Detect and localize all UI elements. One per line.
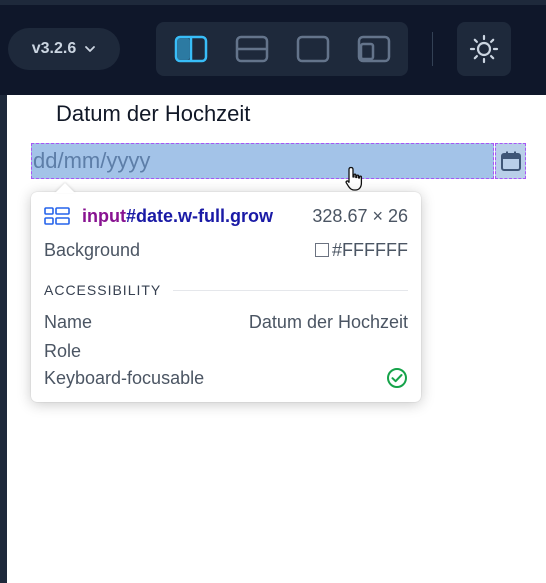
- a11y-name-row: Name Datum der Hochzeit: [44, 310, 408, 334]
- a11y-name-value: Datum der Hochzeit: [248, 311, 408, 332]
- split-horizontal-icon: [235, 35, 268, 63]
- hand-cursor-icon: [345, 166, 363, 191]
- version-label: v3.2.6: [31, 40, 77, 57]
- selector-tag: input: [82, 205, 126, 226]
- layout-toggle-group: [156, 22, 408, 76]
- calendar-picker-button[interactable]: [495, 143, 526, 179]
- element-dimensions: 328.67 × 26: [312, 205, 408, 226]
- background-value: #FFFFFF: [332, 239, 408, 260]
- chevron-down-icon: [85, 46, 96, 52]
- section-divider: [173, 289, 408, 291]
- layout-overlay-button[interactable]: [352, 27, 396, 71]
- tooltip-arrow: [55, 183, 75, 193]
- check-circle-icon: [386, 367, 408, 389]
- toolbar-edge: [0, 0, 546, 5]
- layout-single-button[interactable]: [291, 27, 335, 71]
- a11y-role-row: Role: [44, 339, 408, 363]
- inspector-header: input#date.w-full.grow 328.67 × 26: [44, 204, 408, 228]
- a11y-role-label: Role: [44, 340, 82, 361]
- date-input[interactable]: [31, 143, 494, 179]
- accessibility-title: ACCESSIBILITY: [44, 282, 162, 298]
- keyboard-focusable-row: Keyboard-focusable: [44, 366, 408, 390]
- layout-split-horizontal-button[interactable]: [230, 27, 274, 71]
- element-inspector-tooltip: input#date.w-full.grow 328.67 × 26 Backg…: [31, 183, 421, 402]
- date-field-label: Datum der Hochzeit: [56, 101, 251, 126]
- toolbar-divider: [432, 32, 433, 66]
- split-vertical-icon: [174, 35, 207, 63]
- single-pane-icon: [296, 35, 329, 63]
- version-dropdown-button[interactable]: v3.2.6: [8, 28, 120, 70]
- layout-split-vertical-button[interactable]: [169, 27, 213, 71]
- keyboard-focusable-label: Keyboard-focusable: [44, 367, 205, 388]
- left-panel-edge: [0, 95, 7, 583]
- background-row: Background #FFFFFF: [44, 238, 408, 262]
- background-label: Background: [44, 239, 141, 260]
- element-selector: input#date.w-full.grow: [82, 206, 273, 227]
- overlay-pane-icon: [357, 35, 390, 63]
- color-swatch: [315, 243, 330, 257]
- calendar-icon: [500, 151, 521, 171]
- selector-id-classes: #date.w-full.grow: [125, 205, 273, 226]
- theme-toggle-button[interactable]: [457, 22, 511, 76]
- sun-icon: [469, 34, 499, 64]
- accessibility-section-header: ACCESSIBILITY: [44, 280, 408, 300]
- top-toolbar: v3.2.6: [0, 0, 546, 95]
- grid-layout-icon: [44, 207, 70, 225]
- a11y-name-label: Name: [44, 311, 93, 332]
